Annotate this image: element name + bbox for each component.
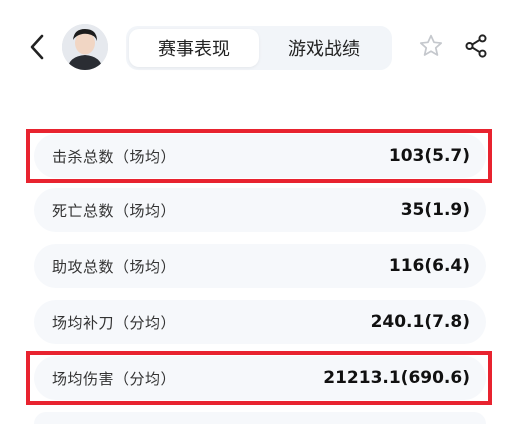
stat-label: 死亡总数（场均） [52, 201, 177, 220]
stat-row-deaths: 死亡总数（场均） 35(1.9) [34, 188, 486, 232]
stat-value: 116(6.4) [388, 256, 470, 276]
star-outline-icon [419, 34, 443, 56]
stat-row-cs: 场均补刀（分均） 240.1(7.8) [34, 300, 486, 344]
stat-label: 场均补刀（分均） [52, 313, 177, 332]
tab-switcher: 赛事表现 游戏战绩 [126, 26, 392, 70]
highlight-box-damage [26, 351, 492, 405]
share-icon [465, 34, 487, 58]
stat-value: 240.1(7.8) [370, 312, 470, 332]
stat-row-partial [34, 412, 486, 424]
highlight-box-kills [26, 129, 492, 183]
avatar-image [62, 24, 108, 70]
stat-label: 助攻总数（场均） [52, 257, 177, 276]
tab-match-performance[interactable]: 赛事表现 [129, 29, 259, 67]
favorite-button[interactable] [418, 33, 444, 59]
top-bar: 赛事表现 游戏战绩 [0, 0, 516, 96]
chevron-left-icon [30, 34, 44, 60]
stat-value: 35(1.9) [400, 200, 470, 220]
back-button[interactable] [24, 30, 50, 64]
tab-game-record[interactable]: 游戏战绩 [259, 29, 389, 67]
player-avatar[interactable] [62, 24, 108, 70]
share-button[interactable] [463, 33, 489, 59]
stat-row-assists: 助攻总数（场均） 116(6.4) [34, 244, 486, 288]
